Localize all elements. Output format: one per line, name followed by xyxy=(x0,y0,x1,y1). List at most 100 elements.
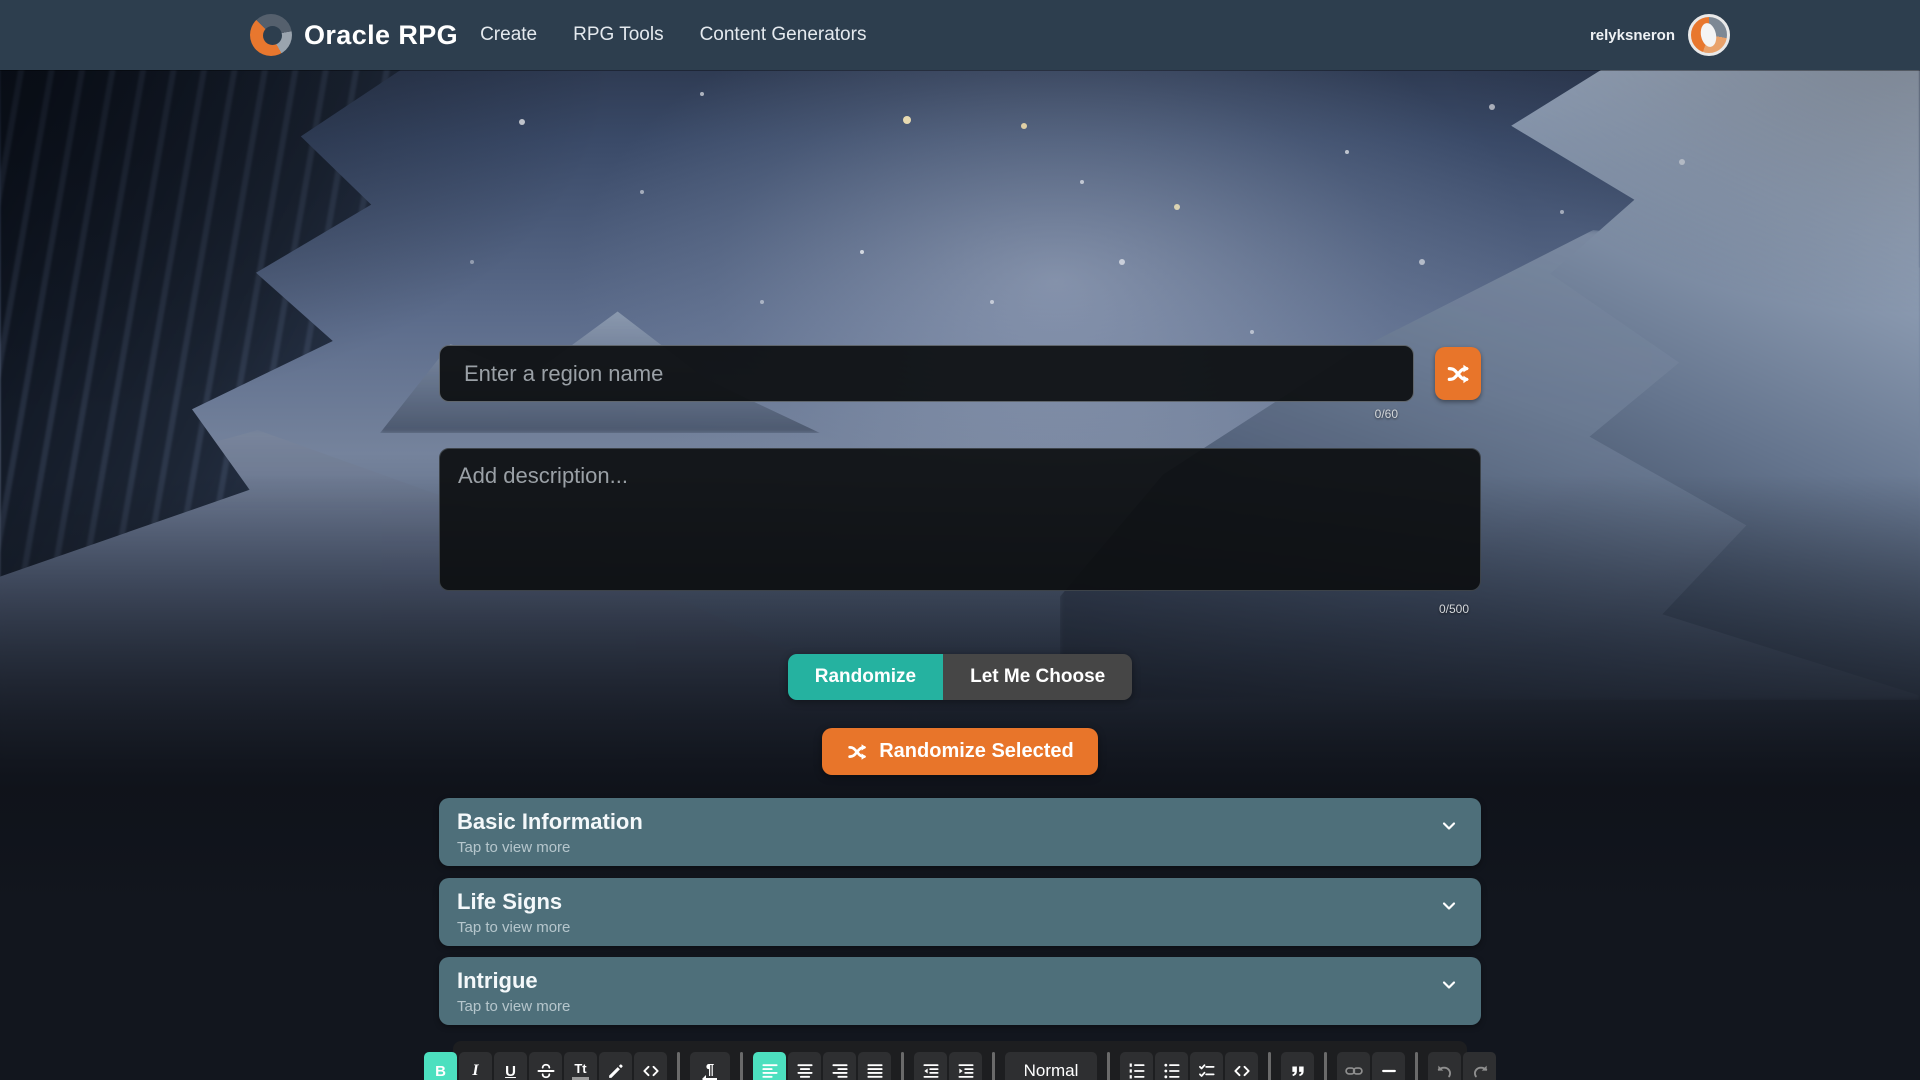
section-text: Intrigue Tap to view more xyxy=(457,967,570,1013)
indent-icon xyxy=(956,1061,976,1080)
randomize-mode-tab[interactable]: Randomize xyxy=(788,654,943,700)
format-select[interactable]: Normal xyxy=(1005,1052,1097,1080)
editor-toolbar: B I U Tt xyxy=(453,1041,1467,1080)
region-name-row xyxy=(439,345,1481,402)
toolbar-divider xyxy=(1415,1052,1418,1080)
align-right-icon xyxy=(830,1061,850,1080)
toolbar-divider xyxy=(1107,1052,1110,1080)
align-center-icon xyxy=(795,1061,815,1080)
section-intrigue[interactable]: Intrigue Tap to view more xyxy=(439,957,1481,1025)
toolbar-divider xyxy=(901,1052,904,1080)
toolbar-divider xyxy=(677,1052,680,1080)
avatar[interactable] xyxy=(1688,14,1730,56)
link-icon xyxy=(1344,1061,1364,1080)
horizontal-rule-button[interactable] xyxy=(1372,1052,1405,1080)
toolbar-divider xyxy=(1324,1052,1327,1080)
username: relyksneron xyxy=(1590,27,1675,44)
nav-item-rpg-tools[interactable]: RPG Tools xyxy=(573,24,663,46)
horizontal-rule-icon xyxy=(1379,1061,1399,1080)
top-navbar: Oracle RPG Create RPG Tools Content Gene… xyxy=(0,0,1920,70)
align-left-button[interactable] xyxy=(753,1052,786,1080)
toolbar-divider xyxy=(1268,1052,1271,1080)
strikethrough-button[interactable] xyxy=(529,1052,562,1080)
chevron-down-icon xyxy=(1439,816,1459,836)
brand-name: Oracle RPG xyxy=(304,20,458,51)
inline-code-button[interactable] xyxy=(634,1052,667,1080)
pencil-icon xyxy=(606,1062,625,1080)
nav-item-content-generators[interactable]: Content Generators xyxy=(700,24,867,46)
randomize-name-button[interactable] xyxy=(1435,347,1481,400)
randomize-selected-row: Randomize Selected xyxy=(439,728,1481,775)
randomize-selected-label: Randomize Selected xyxy=(879,740,1074,763)
description-char-counter: 0/500 xyxy=(439,601,1481,617)
section-subtitle: Tap to view more xyxy=(457,839,643,856)
bullet-list-button[interactable] xyxy=(1155,1052,1188,1080)
bold-icon: B xyxy=(435,1063,446,1080)
mode-toggle-group: Randomize Let Me Choose xyxy=(788,654,1132,700)
bold-button[interactable]: B xyxy=(424,1052,457,1080)
shuffle-icon xyxy=(1445,361,1471,387)
name-char-counter: 0/60 xyxy=(439,406,1414,422)
font-size-icon: Tt xyxy=(572,1062,588,1080)
underline-icon: U xyxy=(505,1063,516,1080)
region-name-input[interactable] xyxy=(439,345,1414,402)
blockquote-icon xyxy=(1289,1062,1307,1080)
code-block-button[interactable] xyxy=(1225,1052,1258,1080)
underline-button[interactable]: U xyxy=(494,1052,527,1080)
italic-button[interactable]: I xyxy=(459,1052,492,1080)
code-icon xyxy=(641,1061,661,1080)
redo-button[interactable] xyxy=(1463,1052,1496,1080)
paragraph-icon: ¶ xyxy=(703,1062,717,1080)
align-justify-icon xyxy=(865,1061,885,1080)
chevron-down-icon xyxy=(1439,975,1459,995)
code-icon xyxy=(1232,1061,1252,1080)
paragraph-direction-button[interactable]: ¶ xyxy=(690,1052,730,1080)
checklist-icon xyxy=(1197,1061,1217,1080)
editor-toolbar-row: B I U Tt xyxy=(424,1052,1496,1080)
section-title: Basic Information xyxy=(457,808,643,836)
ordered-list-icon xyxy=(1127,1061,1147,1080)
section-basic-information[interactable]: Basic Information Tap to view more xyxy=(439,798,1481,866)
bullet-list-icon xyxy=(1162,1061,1182,1080)
section-life-signs[interactable]: Life Signs Tap to view more xyxy=(439,878,1481,946)
section-subtitle: Tap to view more xyxy=(457,919,570,936)
strikethrough-icon xyxy=(536,1061,556,1080)
toolbar-divider xyxy=(740,1052,743,1080)
chevron-down-icon xyxy=(1439,896,1459,916)
let-me-choose-mode-tab[interactable]: Let Me Choose xyxy=(943,654,1132,700)
section-title: Life Signs xyxy=(457,888,570,916)
indent-button[interactable] xyxy=(949,1052,982,1080)
nav-item-create[interactable]: Create xyxy=(480,24,537,46)
checklist-button[interactable] xyxy=(1190,1052,1223,1080)
highlight-button[interactable] xyxy=(599,1052,632,1080)
redo-icon xyxy=(1470,1061,1490,1080)
oracle-rpg-logo-icon xyxy=(250,14,292,56)
align-center-button[interactable] xyxy=(788,1052,821,1080)
outdent-icon xyxy=(921,1061,941,1080)
mode-toggle-row: Randomize Let Me Choose xyxy=(439,654,1481,700)
section-text: Basic Information Tap to view more xyxy=(457,808,643,854)
region-generator-page: 0/60 0/500 Randomize Let Me Choose Rando… xyxy=(439,345,1481,1080)
blockquote-button[interactable] xyxy=(1281,1052,1314,1080)
format-select-value: Normal xyxy=(1024,1061,1079,1080)
section-subtitle: Tap to view more xyxy=(457,998,570,1015)
shuffle-icon xyxy=(846,741,868,763)
undo-icon xyxy=(1435,1061,1455,1080)
randomize-selected-button[interactable]: Randomize Selected xyxy=(822,728,1098,775)
section-text: Life Signs Tap to view more xyxy=(457,888,570,934)
brand[interactable]: Oracle RPG xyxy=(250,14,458,56)
section-title: Intrigue xyxy=(457,967,570,995)
undo-button[interactable] xyxy=(1428,1052,1461,1080)
italic-icon: I xyxy=(472,1062,478,1080)
font-size-button[interactable]: Tt xyxy=(564,1052,597,1080)
align-justify-button[interactable] xyxy=(858,1052,891,1080)
nav-links: Create RPG Tools Content Generators xyxy=(480,24,866,46)
nav-user-area[interactable]: relyksneron xyxy=(1590,14,1730,56)
align-left-icon xyxy=(760,1061,780,1080)
align-right-button[interactable] xyxy=(823,1052,856,1080)
region-description-input[interactable] xyxy=(439,448,1481,591)
link-button[interactable] xyxy=(1337,1052,1370,1080)
ordered-list-button[interactable] xyxy=(1120,1052,1153,1080)
toolbar-divider xyxy=(992,1052,995,1080)
outdent-button[interactable] xyxy=(914,1052,947,1080)
